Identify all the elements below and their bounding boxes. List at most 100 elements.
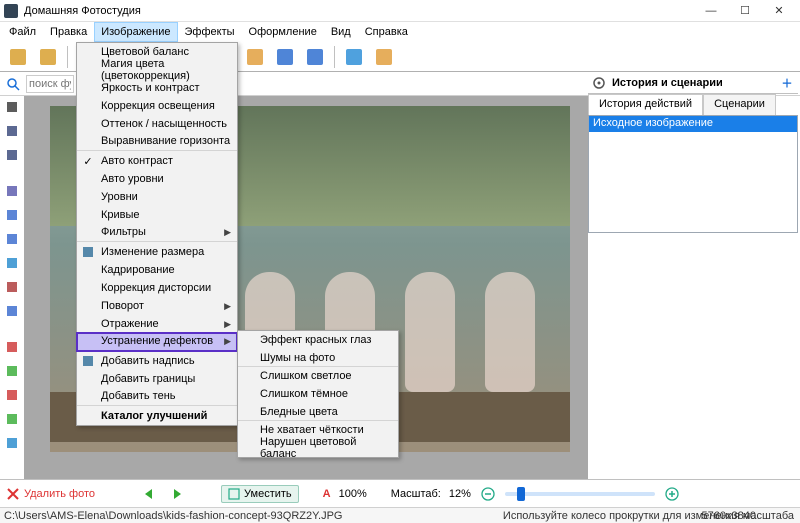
window-close[interactable]: ✕ <box>762 1 796 21</box>
resize-icon <box>81 245 95 259</box>
menu-правка[interactable]: Правка <box>43 22 94 42</box>
menu-item-label: Оттенок / насыщенность <box>101 118 227 130</box>
menu-оформление[interactable]: Оформление <box>242 22 324 42</box>
zoom-slider-thumb[interactable] <box>517 487 525 501</box>
eyedrop-tool[interactable] <box>3 182 21 200</box>
open-button[interactable] <box>4 44 32 70</box>
menu-item[interactable]: Магия цвета (цветокоррекция) <box>77 61 237 79</box>
rgb-tool[interactable] <box>3 338 21 356</box>
history-list[interactable]: Исходное изображение <box>588 115 798 233</box>
save-button[interactable] <box>34 44 62 70</box>
menu-файл[interactable]: Файл <box>2 22 43 42</box>
menu-item-label: Авто контраст <box>101 155 173 167</box>
bottom-toolbar: Удалить фото Уместить A 100% Масштаб: 12… <box>0 479 800 507</box>
menu-вид[interactable]: Вид <box>324 22 358 42</box>
submenu-item-label: Не хватает чёткости <box>260 424 364 436</box>
status-path: C:\Users\AMS-Elena\Downloads\kids-fashio… <box>4 510 343 522</box>
menu-item[interactable]: Коррекция освещения <box>77 97 237 115</box>
circle-tool[interactable] <box>3 302 21 320</box>
app-title: Домашняя Фотостудия <box>24 5 694 17</box>
menu-item[interactable]: Добавить надпись <box>77 352 237 370</box>
menu-item[interactable]: Поворот▶ <box>77 297 237 315</box>
help-button[interactable] <box>340 44 368 70</box>
zoom-tool[interactable] <box>3 146 21 164</box>
hand-tool[interactable] <box>3 122 21 140</box>
right-panel-title: История и сценарии <box>612 77 723 89</box>
color-tool[interactable] <box>3 362 21 380</box>
menu-item-label: Выравнивание горизонта <box>101 135 230 147</box>
submenu-item[interactable]: Нарушен цветовой баланс <box>238 439 398 457</box>
history-item[interactable]: Исходное изображение <box>589 116 797 132</box>
layers-tool[interactable] <box>3 386 21 404</box>
menu-item[interactable]: ✓Авто контраст <box>77 152 237 170</box>
app-icon <box>4 4 18 18</box>
menu-item[interactable]: Устранение дефектов▶ <box>77 333 237 351</box>
submenu-item[interactable]: Слишком светлое <box>238 367 398 385</box>
window-maximize[interactable]: ☐ <box>728 1 762 21</box>
menu-item[interactable]: Кривые <box>77 206 237 224</box>
menubar: ФайлПравкаИзображениеЭффектыОформлениеВи… <box>0 22 800 42</box>
menu-item-label: Поворот <box>101 300 144 312</box>
image-menu-dropdown: Цветовой балансМагия цвета (цветокоррекц… <box>76 42 238 426</box>
prev-button[interactable] <box>141 485 159 503</box>
delete-photo-label: Удалить фото <box>24 488 95 500</box>
window-minimize[interactable]: — <box>694 1 728 21</box>
menu-item-label: Добавить тень <box>101 390 176 402</box>
menu-справка[interactable]: Справка <box>358 22 415 42</box>
menu-item[interactable]: Яркость и контраст <box>77 79 237 97</box>
menu-item[interactable]: Уровни <box>77 188 237 206</box>
search-input[interactable] <box>26 75 74 93</box>
submenu-item-label: Эффект красных глаз <box>260 334 371 346</box>
menu-item[interactable]: Отражение▶ <box>77 315 237 333</box>
fit-button[interactable]: Уместить <box>221 485 299 503</box>
zoom-in-button[interactable] <box>663 485 681 503</box>
menu-item[interactable]: Коррекция дисторсии <box>77 279 237 297</box>
right-panel-header: История и сценарии ＋ <box>588 72 798 94</box>
menu-item[interactable]: Оттенок / насыщенность <box>77 115 237 133</box>
scale-value: 12% <box>449 488 471 500</box>
info-button[interactable] <box>370 44 398 70</box>
frame2-button[interactable] <box>241 44 269 70</box>
submenu-item[interactable]: Бледные цвета <box>238 403 398 421</box>
zoom-out-button[interactable] <box>479 485 497 503</box>
crop-tool[interactable] <box>3 434 21 452</box>
right-panel-tabs: История действийСценарии <box>588 94 798 116</box>
menu-item[interactable]: Добавить границы <box>77 370 237 388</box>
square-tool[interactable] <box>3 278 21 296</box>
add-scenario-button[interactable]: ＋ <box>780 76 794 90</box>
zoom-slider[interactable] <box>505 492 655 496</box>
menu-item[interactable]: Авто уровни <box>77 170 237 188</box>
tab-scenarios[interactable]: Сценарии <box>703 94 776 116</box>
submenu-item[interactable]: Слишком тёмное <box>238 385 398 403</box>
calendar-button[interactable] <box>271 44 299 70</box>
delete-photo-button[interactable]: Удалить фото <box>6 487 95 501</box>
status-hint: Используйте колесо прокрутки для изменен… <box>503 510 794 522</box>
tab-history[interactable]: История действий <box>588 94 703 116</box>
grid-button[interactable] <box>301 44 329 70</box>
triangle-tool[interactable] <box>3 254 21 272</box>
next-button[interactable] <box>167 485 185 503</box>
menu-изображение[interactable]: Изображение <box>94 22 177 42</box>
drop1-tool[interactable] <box>3 206 21 224</box>
chevron-right-icon: ▶ <box>224 227 231 238</box>
menu-эффекты[interactable]: Эффекты <box>178 22 242 42</box>
submenu-item-label: Нарушен цветовой баланс <box>260 436 392 460</box>
menu-item-label: Кадрирование <box>101 264 175 276</box>
left-toolbar <box>0 96 24 480</box>
menu-item-label: Фильтры <box>101 226 146 238</box>
menu-item-label: Уровни <box>101 191 138 203</box>
submenu-item[interactable]: Эффект красных глаз <box>238 331 398 349</box>
submenu-item[interactable]: Шумы на фото <box>238 349 398 367</box>
menu-item[interactable]: Кадрирование <box>77 261 237 279</box>
menu-item[interactable]: Каталог улучшений <box>77 407 237 425</box>
pointer-tool[interactable] <box>3 98 21 116</box>
fx-tool[interactable] <box>3 410 21 428</box>
menu-item-label: Авто уровни <box>101 173 164 185</box>
text-icon <box>81 354 95 368</box>
fit-label: Уместить <box>244 488 292 500</box>
menu-item[interactable]: Добавить тень <box>77 388 237 406</box>
drop2-tool[interactable] <box>3 230 21 248</box>
menu-item[interactable]: Фильтры ▶ <box>77 224 237 242</box>
menu-item[interactable]: Изменение размера <box>77 243 237 261</box>
menu-item[interactable]: Выравнивание горизонта <box>77 133 237 151</box>
